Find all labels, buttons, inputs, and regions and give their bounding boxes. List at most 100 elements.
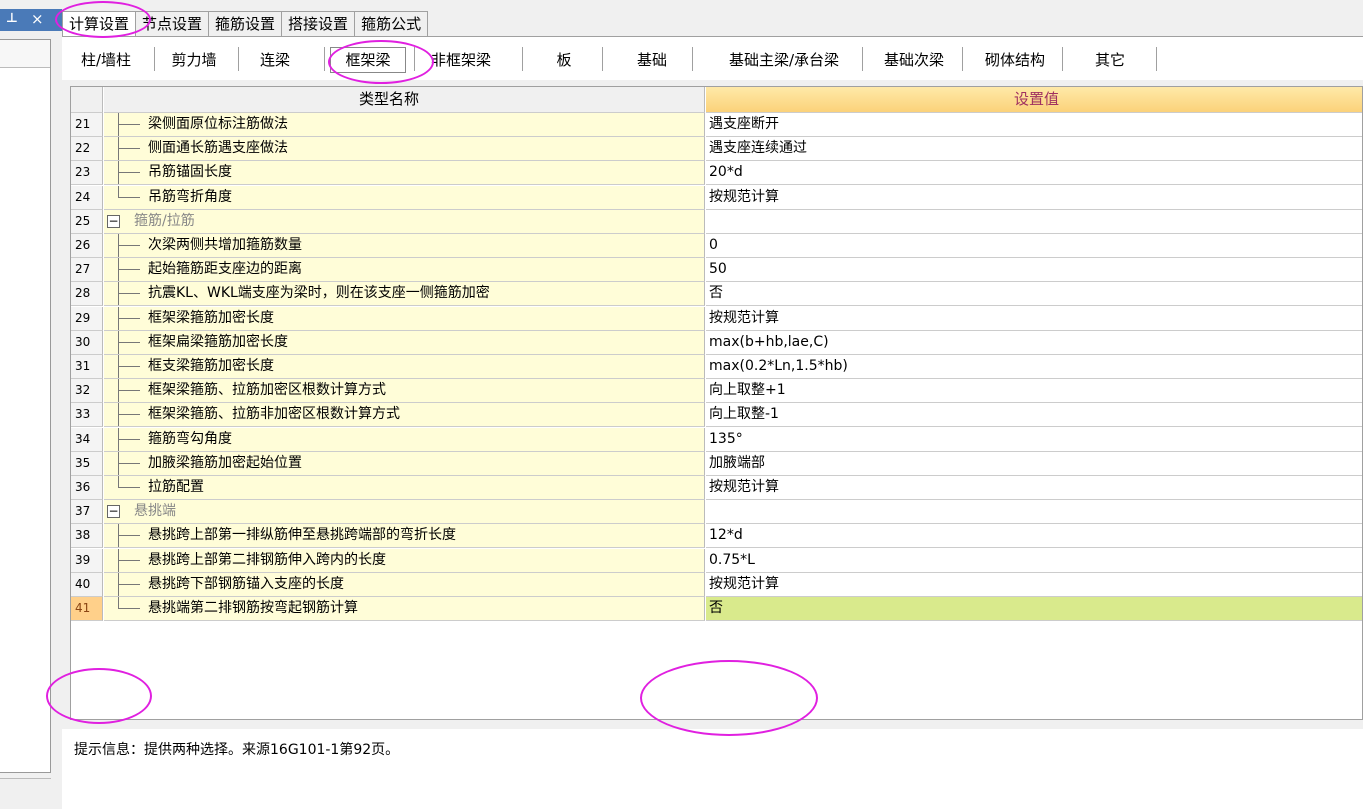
tree-branch — [118, 390, 140, 392]
left-panel-header — [0, 40, 50, 68]
table-row[interactable]: 23 吊筋锚固长度 20*d — [71, 161, 1362, 186]
table-row[interactable]: 41 悬挑端第二排钢筋按弯起钢筋计算 否 — [71, 597, 1362, 621]
group-label: 悬挑端 — [134, 503, 176, 520]
setting-value-cell[interactable]: 12*d — [706, 524, 1362, 549]
table-row[interactable]: 38 悬挑跨上部第一排纵筋伸至悬挑跨端部的弯折长度 12*d — [71, 524, 1362, 549]
collapse-icon[interactable]: − — [107, 214, 120, 228]
table-row[interactable]: 32 框架梁箍筋、拉筋加密区根数计算方式 向上取整+1 — [71, 379, 1362, 404]
setting-value-cell[interactable]: max(b+hb,lae,C) — [706, 330, 1362, 355]
tree-branch — [118, 535, 140, 537]
pin-icon[interactable]: ⊥ — [6, 11, 18, 27]
sub-tab-separator — [414, 47, 415, 71]
row-number: 27 — [71, 258, 103, 283]
type-name-cell: 梁侧面原位标注筋做法 — [104, 113, 705, 137]
table-row[interactable]: 31 框支梁箍筋加密长度 max(0.2*Ln,1.5*hb) — [71, 355, 1362, 379]
top-tab-1[interactable]: 节点设置 — [135, 11, 210, 37]
table-row[interactable]: 37− 悬挑端 — [71, 500, 1362, 525]
sub-tab-5[interactable]: 板 — [534, 46, 594, 74]
setting-value-cell[interactable]: 按规范计算 — [706, 306, 1362, 331]
close-icon[interactable]: × — [31, 11, 44, 27]
setting-value-cell[interactable] — [706, 500, 1362, 525]
setting-value-cell[interactable]: 135° — [706, 427, 1362, 452]
type-name-cell: 抗震KL、WKL端支座为梁时，则在该支座一侧箍筋加密 — [104, 282, 705, 307]
table-row[interactable]: 26 次梁两侧共增加箍筋数量 0 — [71, 234, 1362, 258]
row-number: 29 — [71, 306, 103, 331]
table-row[interactable]: 28 抗震KL、WKL端支座为梁时，则在该支座一侧箍筋加密 否 — [71, 282, 1362, 307]
row-number: 22 — [71, 137, 103, 162]
setting-label: 悬挑跨上部第一排纵筋伸至悬挑跨端部的弯折长度 — [148, 527, 456, 544]
tree-branch — [118, 583, 140, 585]
type-name-cell: 框架梁箍筋、拉筋加密区根数计算方式 — [104, 379, 705, 404]
type-name-cell: 悬挑跨上部第二排钢筋伸入跨内的长度 — [104, 548, 705, 573]
setting-value-cell[interactable]: 按规范计算 — [706, 572, 1362, 597]
tree-branch — [118, 608, 140, 609]
left-panel-footer — [0, 778, 51, 809]
collapse-icon[interactable]: − — [107, 505, 120, 519]
header-corner — [71, 87, 103, 113]
setting-value-cell[interactable]: 20*d — [706, 161, 1362, 186]
setting-value-cell[interactable]: max(0.2*Ln,1.5*hb) — [706, 355, 1362, 379]
table-row[interactable]: 29 框架梁箍筋加密长度 按规范计算 — [71, 306, 1362, 331]
sub-tab-4[interactable]: 非框架梁 — [418, 46, 504, 74]
table-row[interactable]: 24 吊筋弯折角度 按规范计算 — [71, 185, 1362, 210]
type-name-cell: − 悬挑端 — [104, 500, 705, 525]
setting-label: 梁侧面原位标注筋做法 — [148, 116, 288, 132]
type-name-cell: 悬挑跨下部钢筋锚入支座的长度 — [104, 572, 705, 597]
hint-panel: 提示信息：提供两种选择。来源16G101-1第92页。 — [62, 729, 1363, 809]
tree-branch — [118, 414, 140, 416]
grid-header: 类型名称 设置值 — [71, 87, 1362, 113]
sub-tab-6[interactable]: 基础 — [610, 46, 694, 74]
sub-tab-separator — [1062, 47, 1063, 71]
setting-value-cell[interactable]: 50 — [706, 258, 1362, 283]
sub-tab-1[interactable]: 剪力墙 — [158, 46, 230, 74]
type-name-cell: 悬挑端第二排钢筋按弯起钢筋计算 — [104, 597, 705, 621]
setting-value-cell[interactable]: 向上取整+1 — [706, 379, 1362, 404]
sub-tab-2[interactable]: 连梁 — [240, 46, 310, 74]
setting-label: 框架扁梁箍筋加密长度 — [148, 333, 288, 350]
tree-branch — [118, 148, 140, 150]
row-number: 28 — [71, 282, 103, 307]
setting-value-cell[interactable]: 遇支座连续通过 — [706, 137, 1362, 162]
row-number: 38 — [71, 524, 103, 549]
setting-value-cell[interactable]: 按规范计算 — [706, 185, 1362, 210]
row-number: 31 — [71, 355, 103, 379]
top-tab-2[interactable]: 箍筋设置 — [208, 11, 283, 37]
sub-tab-7[interactable]: 基础主梁/承台梁 — [702, 46, 866, 74]
row-number: 39 — [71, 548, 103, 573]
table-row[interactable]: 36 拉筋配置 按规范计算 — [71, 476, 1362, 500]
table-row[interactable]: 22 侧面通长筋遇支座做法 遇支座连续通过 — [71, 137, 1362, 162]
sub-tab-separator — [154, 47, 155, 71]
top-tab-3[interactable]: 搭接设置 — [281, 11, 356, 37]
table-row[interactable]: 40 悬挑跨下部钢筋锚入支座的长度 按规范计算 — [71, 572, 1362, 597]
row-number: 32 — [71, 379, 103, 404]
setting-value-cell[interactable] — [706, 209, 1362, 234]
sub-tab-3[interactable]: 框架梁 — [330, 47, 406, 73]
table-row[interactable]: 33 框架梁箍筋、拉筋非加密区根数计算方式 向上取整-1 — [71, 403, 1362, 428]
top-tab-0[interactable]: 计算设置 — [62, 11, 137, 37]
top-tab-4[interactable]: 箍筋公式 — [354, 11, 429, 37]
group-label: 箍筋/拉筋 — [134, 212, 195, 229]
setting-value-cell[interactable]: 向上取整-1 — [706, 403, 1362, 428]
table-row[interactable]: 39 悬挑跨上部第二排钢筋伸入跨内的长度 0.75*L — [71, 548, 1362, 573]
tree-branch — [118, 559, 140, 561]
setting-value-cell[interactable]: 遇支座断开 — [706, 113, 1362, 137]
sub-tab-0[interactable]: 柱/墙柱 — [68, 46, 144, 74]
table-row[interactable]: 35 加腋梁箍筋加密起始位置 加腋端部 — [71, 451, 1362, 476]
table-row[interactable]: 27 起始箍筋距支座边的距离 50 — [71, 258, 1362, 283]
setting-value-cell[interactable]: 按规范计算 — [706, 476, 1362, 500]
table-row[interactable]: 30 框架扁梁箍筋加密长度 max(b+hb,lae,C) — [71, 330, 1362, 355]
setting-value-cell[interactable]: 0.75*L — [706, 548, 1362, 573]
table-row[interactable]: 34 箍筋弯勾角度 135° — [71, 427, 1362, 452]
table-row[interactable]: 21 梁侧面原位标注筋做法 遇支座断开 — [71, 113, 1362, 137]
setting-value-cell[interactable]: 加腋端部 — [706, 451, 1362, 476]
setting-label: 拉筋配置 — [148, 479, 204, 495]
setting-value-cell[interactable]: 否 — [706, 282, 1362, 307]
setting-value-cell[interactable]: 否 — [706, 597, 1362, 621]
setting-label: 次梁两侧共增加箍筋数量 — [148, 237, 302, 253]
setting-label: 悬挑跨下部钢筋锚入支座的长度 — [148, 575, 344, 592]
sub-tab-10[interactable]: 其它 — [1072, 46, 1148, 74]
setting-value-cell[interactable]: 0 — [706, 234, 1362, 258]
sub-tab-8[interactable]: 基础次梁 — [870, 46, 958, 74]
sub-tab-9[interactable]: 砌体结构 — [968, 46, 1062, 74]
table-row[interactable]: 25− 箍筋/拉筋 — [71, 209, 1362, 234]
